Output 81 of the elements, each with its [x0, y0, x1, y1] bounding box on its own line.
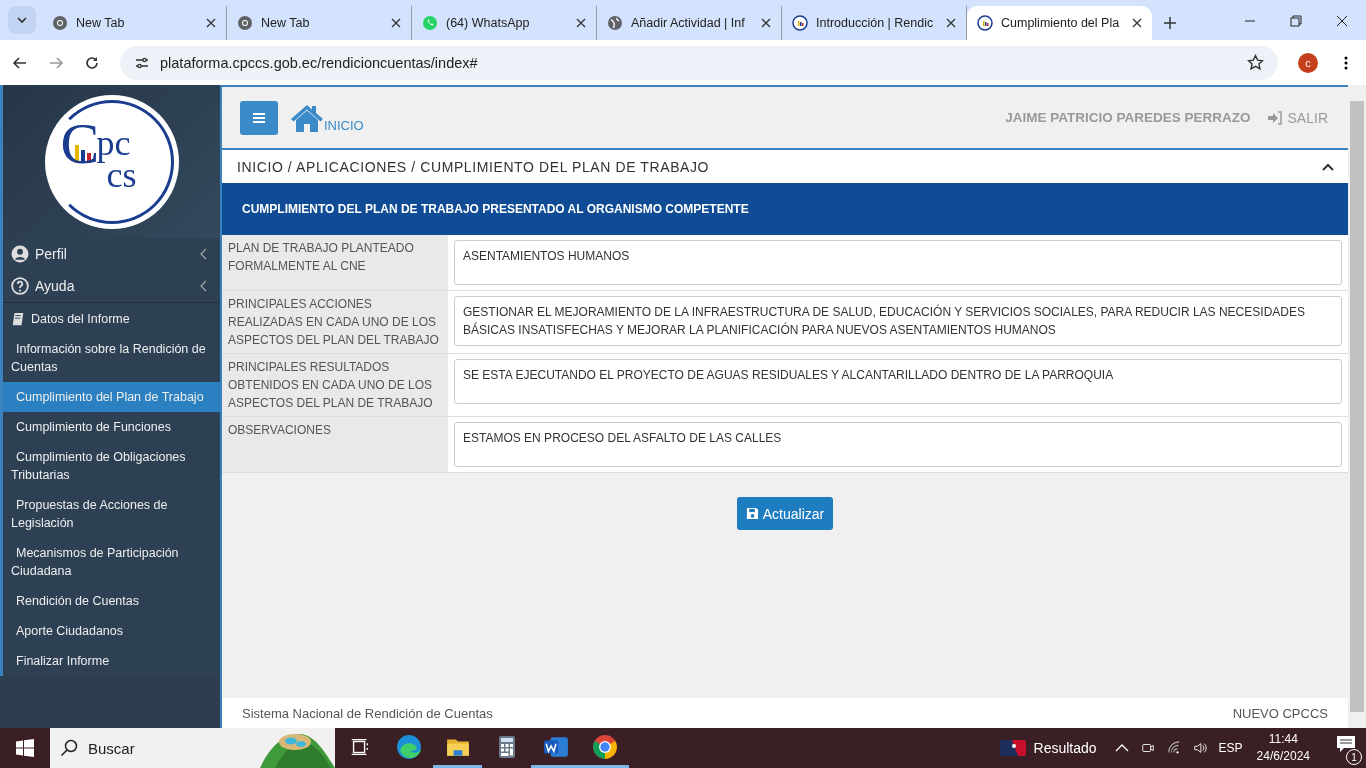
user-icon: [11, 245, 29, 263]
tab-title: Cumplimiento del Pla: [1001, 16, 1121, 30]
tab-title: Introducción | Rendic: [816, 16, 935, 30]
reload-icon[interactable]: [84, 54, 100, 71]
close-icon[interactable]: [1132, 18, 1142, 28]
sidebar-item[interactable]: Mecanismos de Participación Ciudadana: [3, 538, 220, 586]
breadcrumb: INICIO / APLICACIONES / CUMPLIMIENTO DEL PLAN DE TRABAJO: [237, 158, 711, 175]
sidebar-item[interactable]: Aporte Ciudadanos: [3, 616, 220, 646]
update-button[interactable]: Actualizar: [736, 497, 834, 530]
chevron-left-icon: [200, 248, 208, 260]
field-label: OBSERVACIONES: [222, 417, 448, 472]
bookmark-star-icon[interactable]: [1247, 54, 1264, 71]
browser-icon: [395, 733, 422, 760]
whatsapp-icon: [422, 15, 438, 31]
user-name: JAIME PATRICIO PAREDES PERRAZO: [1005, 110, 1251, 125]
search-icon: [60, 739, 78, 757]
field-label: PRINCIPALES ACCIONES REALIZADAS EN CADA UNO DE LOS ASPECTOS DEL PLAN DEL TRABAJO: [222, 291, 448, 353]
tab-title: New Tab: [76, 16, 126, 30]
home-icon: [290, 102, 324, 133]
sidebar-item[interactable]: Cumplimiento de Funciones: [3, 412, 220, 442]
chrome-icon: [591, 733, 618, 760]
chrome-icon: [52, 15, 68, 31]
notifications-button[interactable]: 1: [1326, 731, 1366, 765]
search-field[interactable]: Buscar: [50, 728, 335, 768]
text-area[interactable]: ESTAMOS EN PROCESO DEL ASFALTO DE LAS CALLES: [454, 422, 1342, 467]
restore-icon[interactable]: [1290, 15, 1302, 27]
clock[interactable]: 11:44 24/6/2024: [1256, 731, 1310, 765]
panel-title: CUMPLIMIENTO DEL PLAN DE TRABAJO PRESENTADO AL ORGANISMO COMPETENTE: [242, 202, 749, 216]
chevron-left-icon: [200, 280, 208, 292]
close-icon[interactable]: [761, 18, 771, 28]
sidebar-item[interactable]: Finalizar Informe: [3, 646, 220, 676]
address-field[interactable]: plataforma.cpccs.gob.ec/rendicioncuentas/index#: [120, 45, 1278, 80]
message-icon: [1336, 735, 1356, 753]
book-icon: [11, 311, 25, 326]
sign-out-icon: [1266, 110, 1283, 125]
tab-title: (64) WhatsApp: [446, 16, 531, 30]
close-icon[interactable]: [946, 18, 956, 28]
text-area[interactable]: SE ESTA EJECUTANDO EL PROYECTO DE AGUAS RESIDUALES Y ALCANTARILLADO DENTRO DE LA PARROQUIA: [454, 359, 1342, 404]
sidebar-item[interactable]: Cumplimiento de Obligaciones Tributarias: [3, 442, 220, 490]
language-indicator[interactable]: ESP: [1218, 741, 1243, 755]
field-label: PLAN DE TRABAJO PLANTEADO FORMALMENTE AL CNE: [222, 235, 448, 290]
close-icon[interactable]: [576, 18, 586, 28]
tab-title: New Tab: [261, 16, 311, 30]
collapse-icon[interactable]: [1322, 162, 1334, 171]
forward-icon[interactable]: [48, 54, 64, 71]
close-icon[interactable]: [206, 18, 216, 28]
speaker-icon[interactable]: [1192, 741, 1207, 755]
close-icon[interactable]: [1336, 15, 1348, 27]
menu-icon: [253, 112, 265, 123]
wifi-icon[interactable]: [1166, 741, 1181, 755]
text-area[interactable]: ASENTAMIENTOS HUMANOS: [454, 240, 1342, 285]
footer-text: Sistema Nacional de Rendición de Cuentas: [242, 705, 493, 721]
logo-icon: [792, 15, 808, 31]
globe-icon: [607, 15, 623, 31]
baseball-logo-icon: [999, 740, 1026, 756]
browser-tab[interactable]: Cumplimiento del Pla: [967, 6, 1152, 40]
camera-icon[interactable]: [1140, 741, 1155, 755]
new-tab-icon[interactable]: [1164, 17, 1176, 29]
help-icon: [11, 277, 29, 295]
tab-title: Añadir Actividad | Inf: [631, 16, 746, 30]
field-label: PRINCIPALES RESULTADOS OBTENIDOS EN CADA UNO DE LOS ASPECTOS DEL PLAN DE TRABAJO: [222, 354, 448, 416]
save-icon: [745, 507, 759, 520]
windows-start-icon[interactable]: [16, 739, 34, 757]
profile-avatar[interactable]: c: [1298, 52, 1318, 73]
footer-brand: NUEVO CPCCS: [1232, 705, 1328, 721]
sidebar-item[interactable]: Cumplimiento del Plan de Trabajo: [3, 382, 220, 412]
sidebar-section[interactable]: Ayuda: [3, 270, 220, 302]
close-icon[interactable]: [391, 18, 401, 28]
logo-icon: [977, 15, 993, 31]
sidebar-item[interactable]: Información sobre la Rendición de Cuentas: [3, 334, 220, 382]
weather-widget-text[interactable]: Resultado: [1033, 740, 1097, 756]
sidebar-section[interactable]: Datos del Informe: [3, 302, 220, 334]
back-icon[interactable]: [12, 54, 28, 71]
sidebar-item[interactable]: Rendición de Cuentas: [3, 586, 220, 616]
tab-search-button[interactable]: [8, 6, 36, 34]
sidebar-section[interactable]: Perfil: [3, 238, 220, 270]
chevron-down-icon: [16, 16, 28, 24]
chrome-icon: [237, 15, 253, 31]
menu-button[interactable]: [240, 100, 278, 135]
sidebar-item[interactable]: Propuestas de Acciones de Legislación: [3, 490, 220, 538]
text-area[interactable]: GESTIONAR EL MEJORAMIENTO DE LA INFRAESTRUCTURA DE SALUD, EDUCACIÓN Y SERVICIOS SOCIALES, PARA REDUCIR LAS NECESIDADES BÁSICAS INSATISFECHAS Y MEJORAR LA PLANIFICACIÓN PARA NUEVOS ASENTAMIENTOS HUMANOS: [454, 296, 1342, 346]
